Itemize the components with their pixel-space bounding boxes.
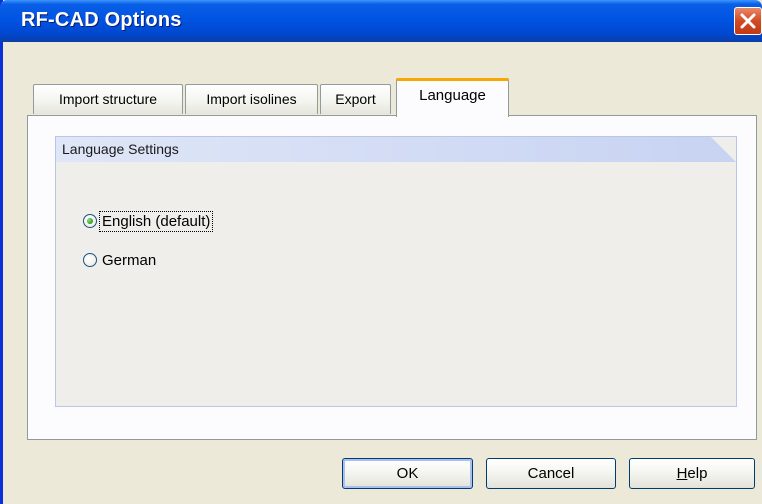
radio-english[interactable]: English (default) bbox=[83, 210, 214, 232]
help-mnemonic: H bbox=[676, 465, 688, 482]
radio-label-english[interactable]: English (default) bbox=[98, 210, 214, 232]
dialog-title: RF-CAD Options bbox=[21, 9, 182, 31]
close-icon bbox=[740, 13, 756, 29]
ok-button[interactable]: OK bbox=[342, 458, 473, 489]
tab-import-structure[interactable]: Import structure bbox=[33, 84, 183, 114]
tab-import-isolines[interactable]: Import isolines bbox=[185, 84, 318, 114]
tab-export[interactable]: Export bbox=[320, 84, 391, 114]
group-title: Language Settings bbox=[62, 141, 179, 157]
help-label-rest: elp bbox=[687, 465, 708, 482]
cancel-button[interactable]: Cancel bbox=[486, 458, 616, 489]
radio-button[interactable] bbox=[83, 253, 97, 267]
radio-button[interactable] bbox=[83, 214, 97, 228]
close-button[interactable] bbox=[734, 7, 762, 35]
language-settings-group: Language Settings English (default) Germ… bbox=[55, 136, 737, 407]
radio-selected-dot bbox=[87, 218, 93, 224]
help-button[interactable]: Help bbox=[629, 458, 755, 489]
title-bar[interactable]: RF-CAD Options bbox=[0, 0, 762, 42]
options-dialog: RF-CAD Options Import structure Import i… bbox=[0, 0, 762, 504]
tab-language[interactable]: Language bbox=[396, 78, 509, 117]
radio-label-german[interactable]: German bbox=[100, 251, 158, 270]
radio-german[interactable]: German bbox=[83, 249, 158, 271]
tab-panel-language: Language Settings English (default) Germ… bbox=[27, 115, 757, 440]
